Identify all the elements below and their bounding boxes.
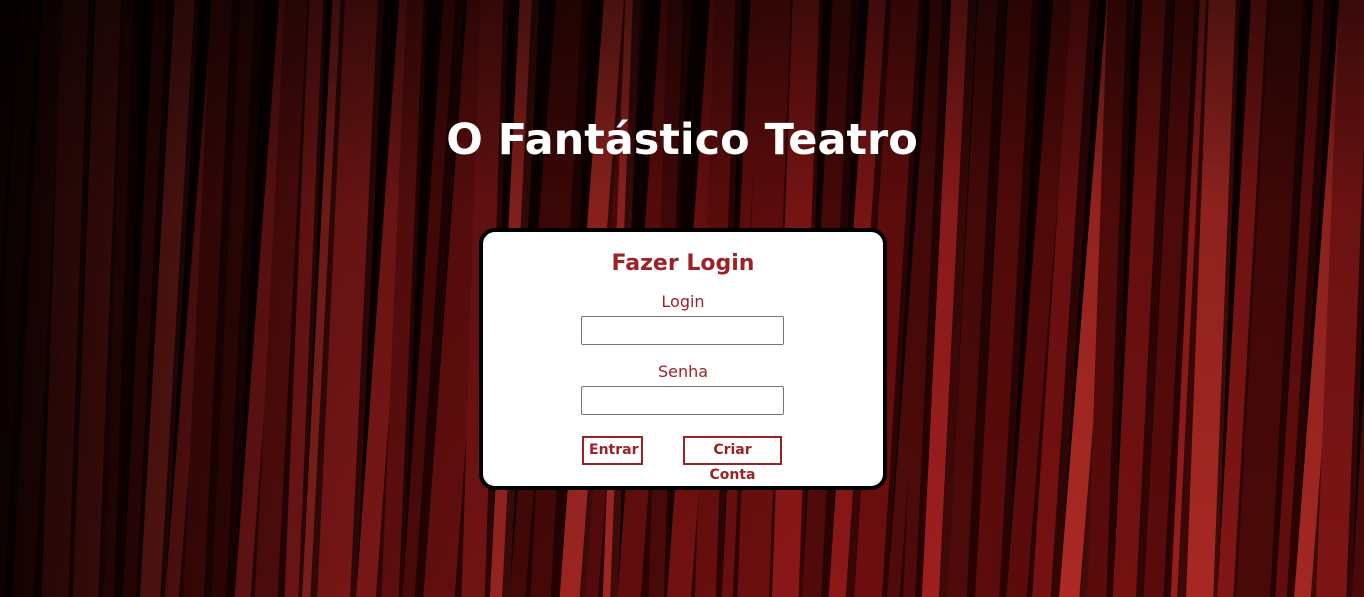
login-label: Login: [661, 292, 705, 311]
site-title: O Fantástico Teatro: [446, 115, 918, 165]
enter-button[interactable]: Entrar: [582, 436, 643, 465]
password-label: Senha: [657, 362, 709, 381]
login-heading: Fazer Login: [611, 251, 755, 276]
password-input[interactable]: [581, 386, 784, 415]
login-card: Fazer Login Login Senha Entrar Criar Con…: [479, 228, 887, 490]
login-input[interactable]: [581, 316, 784, 345]
create-account-button[interactable]: Criar Conta: [683, 436, 782, 483]
